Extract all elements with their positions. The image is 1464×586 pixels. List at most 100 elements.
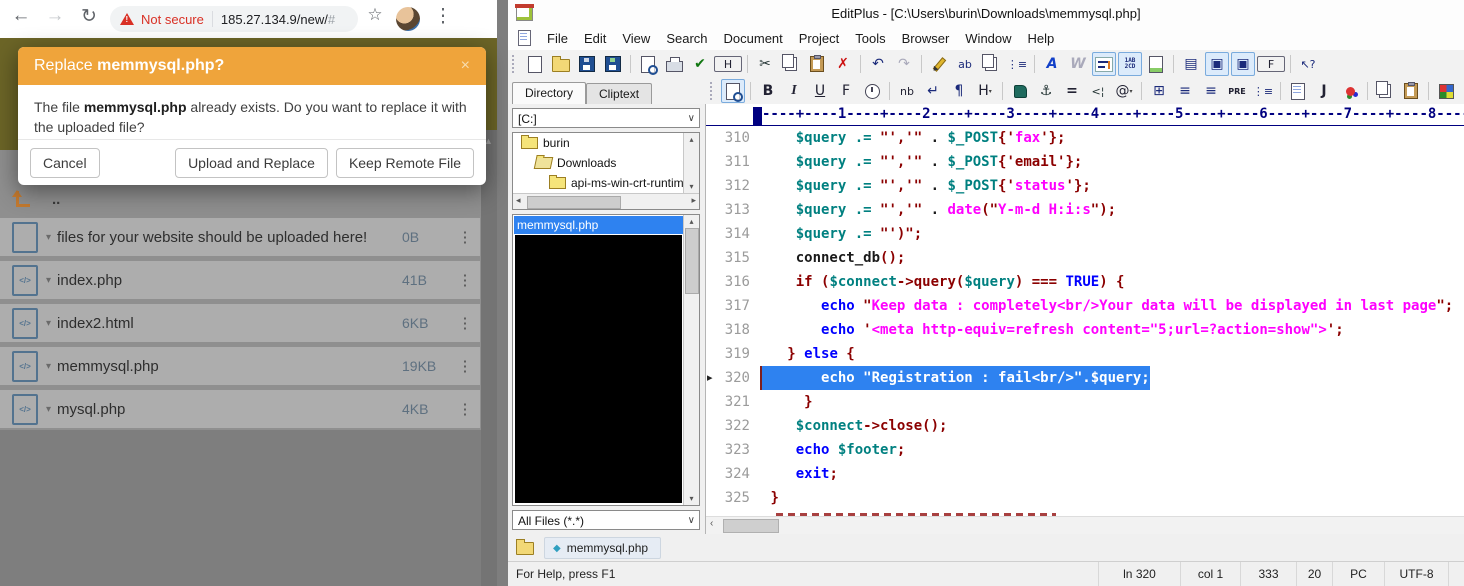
view-functions-icon[interactable]: F: [1257, 56, 1285, 72]
parent-directory-row[interactable]: ..: [0, 186, 480, 212]
address-bar[interactable]: Not secure 185.27.134.9/new/#: [110, 6, 358, 32]
list-vertical-scrollbar[interactable]: ▴▾: [683, 215, 699, 505]
new-document-icon[interactable]: [523, 52, 547, 76]
image-icon[interactable]: [1008, 79, 1032, 103]
split-window-icon[interactable]: [1460, 79, 1464, 103]
code-editor[interactable]: ----+----1----+----2----+----3----+----4…: [706, 104, 1464, 534]
tab-directory[interactable]: Directory: [512, 82, 586, 104]
caret-down-icon[interactable]: ▾: [46, 232, 51, 243]
reload-icon[interactable]: ↻: [76, 5, 102, 28]
wrap-w-icon[interactable]: W: [1066, 52, 1090, 76]
upload-and-replace-button[interactable]: Upload and Replace: [175, 148, 328, 178]
tree-vertical-scrollbar[interactable]: ▴▾: [683, 133, 699, 193]
table-icon[interactable]: ⊞: [1147, 79, 1171, 103]
bookmark-star-icon[interactable]: ☆: [362, 5, 388, 25]
indent-icon[interactable]: ⋮≡: [1005, 52, 1029, 76]
code-lines[interactable]: 310 $query .= "','" . $_POST{'fax'};311 …: [706, 126, 1464, 517]
back-icon[interactable]: ←: [8, 5, 34, 27]
file-menu-icon[interactable]: ⋮: [450, 314, 480, 332]
preformatted-icon[interactable]: PRE: [1225, 79, 1249, 103]
scroll-up-icon[interactable]: ▴: [684, 135, 699, 144]
script-icon[interactable]: [1286, 79, 1310, 103]
underline-icon[interactable]: U: [808, 79, 832, 103]
file-row[interactable]: </>▾memmysql.php19KB⋮: [0, 347, 480, 385]
spell-check-icon[interactable]: ✔: [688, 52, 712, 76]
datetime-icon[interactable]: [860, 79, 884, 103]
tree-item-api-ms-win-crt-runtim[interactable]: api-ms-win-crt-runtim: [513, 173, 684, 193]
scroll-up-icon[interactable]: ▴: [684, 217, 699, 226]
print-icon[interactable]: [662, 52, 686, 76]
copy-html-icon[interactable]: [1373, 79, 1397, 103]
scrollbar-thumb[interactable]: [527, 196, 621, 209]
paragraph-icon[interactable]: ¶: [947, 79, 971, 103]
italic-icon[interactable]: I: [782, 79, 806, 103]
folder-button-icon[interactable]: [516, 542, 534, 555]
duplicate-icon[interactable]: [979, 52, 1003, 76]
file-row[interactable]: </>▾index2.html6KB⋮: [0, 304, 480, 342]
cut-icon[interactable]: ✂: [753, 52, 777, 76]
page-scrollbar[interactable]: ▲: [481, 130, 497, 586]
menu-file[interactable]: File: [539, 31, 576, 46]
caret-down-icon[interactable]: ▾: [46, 318, 51, 329]
undo-icon[interactable]: ↶: [866, 52, 890, 76]
caret-down-icon[interactable]: ▾: [46, 361, 51, 372]
menu-view[interactable]: View: [614, 31, 658, 46]
scroll-right-icon[interactable]: ▸: [691, 195, 696, 206]
file-row[interactable]: </>▾mysql.php4KB⋮: [0, 390, 480, 428]
not-secure-label[interactable]: Not secure: [141, 12, 204, 27]
view-sidebar-icon[interactable]: ▣: [1205, 52, 1229, 76]
file-menu-icon[interactable]: ⋮: [450, 271, 480, 289]
find-replace-icon[interactable]: ab: [953, 52, 977, 76]
tree-item-burin[interactable]: burin: [513, 133, 684, 153]
menu-help[interactable]: Help: [1020, 31, 1063, 46]
scroll-down-icon[interactable]: ▾: [684, 494, 699, 503]
menu-search[interactable]: Search: [658, 31, 715, 46]
browser-menu-icon[interactable]: ⋮: [430, 5, 456, 28]
font-size-icon[interactable]: A: [1040, 52, 1064, 76]
menu-document[interactable]: Document: [716, 31, 791, 46]
word-wrap-icon[interactable]: [1092, 52, 1116, 76]
email-link-icon[interactable]: @: [1112, 79, 1136, 103]
line-numbers-icon[interactable]: 1AB 2CD: [1118, 52, 1142, 76]
bold-icon[interactable]: B: [756, 79, 780, 103]
menu-project[interactable]: Project: [791, 31, 847, 46]
file-filter-select[interactable]: All Files (*.*)∨: [512, 510, 700, 530]
highlighter-icon[interactable]: [927, 52, 951, 76]
file-row[interactable]: ▾files for your website should be upload…: [0, 218, 480, 256]
delete-icon[interactable]: ✗: [831, 52, 855, 76]
file-menu-icon[interactable]: ⋮: [450, 228, 480, 246]
tree-item-downloads[interactable]: Downloads: [513, 153, 684, 173]
copy-icon[interactable]: [779, 52, 803, 76]
menu-window[interactable]: Window: [957, 31, 1019, 46]
comment-icon[interactable]: <¦: [1086, 79, 1110, 103]
browser-preview-icon[interactable]: [721, 79, 745, 103]
tab-cliptext[interactable]: Cliptext: [586, 83, 652, 104]
html-document-icon[interactable]: H: [714, 56, 742, 72]
list-icon[interactable]: ⋮≡: [1251, 79, 1275, 103]
scroll-left-icon[interactable]: ‹: [710, 518, 713, 529]
auto-format-icon[interactable]: [1144, 52, 1168, 76]
horizontal-rule-icon[interactable]: =: [1060, 79, 1084, 103]
caret-down-icon[interactable]: ▾: [46, 275, 51, 286]
selected-file-item[interactable]: memmysql.php: [514, 216, 683, 234]
redo-icon[interactable]: ↷: [892, 52, 916, 76]
nbsp-icon[interactable]: nb: [895, 79, 919, 103]
color-picker-icon[interactable]: [1434, 79, 1458, 103]
line-break-icon[interactable]: ↵: [921, 79, 945, 103]
align-center-icon[interactable]: ≡: [1173, 79, 1197, 103]
align-right-icon[interactable]: ≡: [1199, 79, 1223, 103]
cliptext-paste-icon[interactable]: [1399, 79, 1423, 103]
print-preview-icon[interactable]: [636, 52, 660, 76]
open-file-icon[interactable]: [549, 52, 573, 76]
caret-down-icon[interactable]: ▾: [46, 404, 51, 415]
javascript-icon[interactable]: J: [1312, 79, 1336, 103]
file-menu-icon[interactable]: ⋮: [450, 357, 480, 375]
tree-horizontal-scrollbar[interactable]: ◂▸: [513, 193, 699, 209]
heading-icon[interactable]: H: [973, 79, 997, 103]
scroll-down-icon[interactable]: ▾: [684, 182, 699, 191]
applet-icon[interactable]: [1338, 79, 1362, 103]
toolbar-grip[interactable]: [512, 55, 518, 73]
cancel-button[interactable]: Cancel: [30, 148, 100, 178]
profile-avatar[interactable]: [396, 7, 420, 31]
context-help-icon[interactable]: ↖?: [1296, 52, 1320, 76]
